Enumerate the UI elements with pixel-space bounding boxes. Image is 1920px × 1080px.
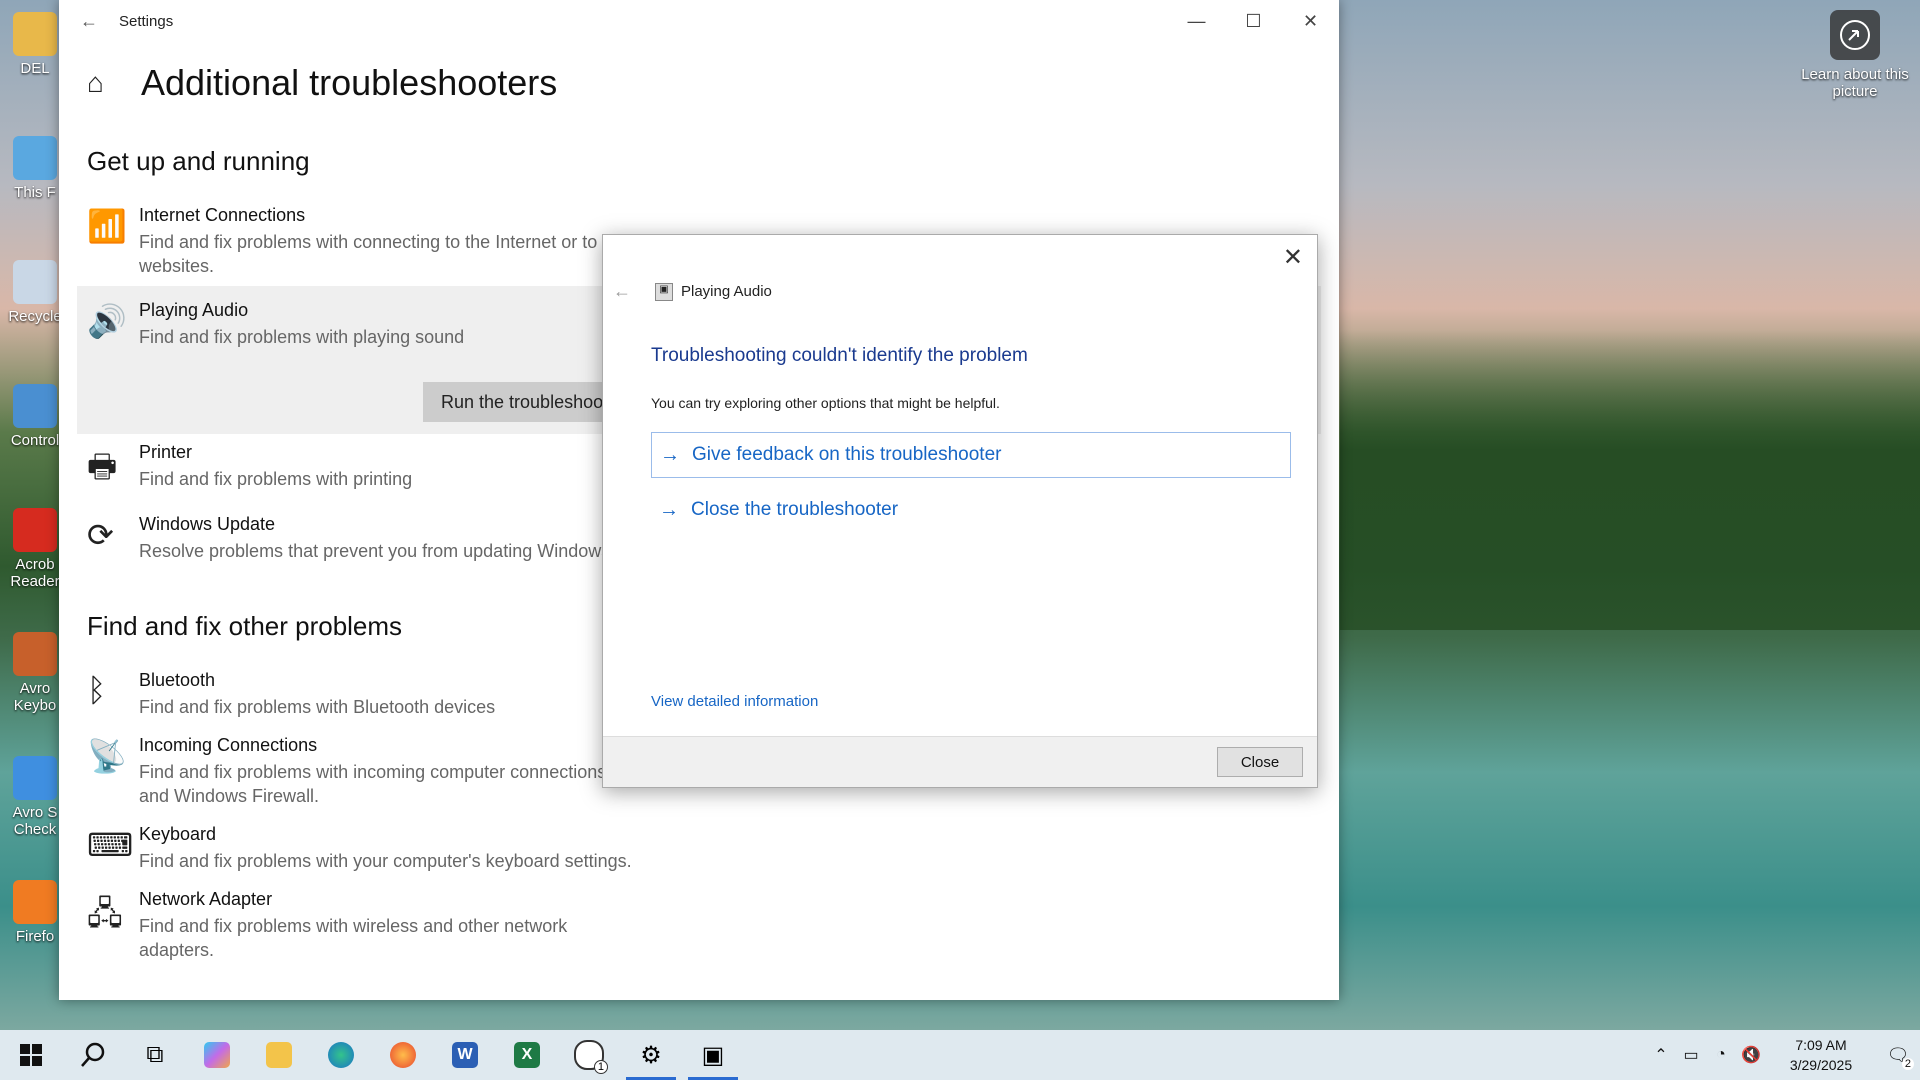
- clock[interactable]: 7:09 AM 3/29/2025: [1776, 1035, 1866, 1075]
- desktop-app-icon: [13, 632, 57, 676]
- speaker-muted-icon[interactable]: 🔇: [1736, 1045, 1766, 1065]
- edge-icon[interactable]: [310, 1030, 372, 1080]
- whatsapp-icon[interactable]: 1: [558, 1030, 620, 1080]
- start-icon[interactable]: [0, 1030, 62, 1080]
- troubleshooter-description: Find and fix problems with playing sound: [139, 327, 465, 347]
- task-view-icon[interactable]: ⧉: [124, 1030, 186, 1080]
- troubleshooter-name: Keyboard: [139, 824, 217, 844]
- copilot-icon[interactable]: [186, 1030, 248, 1080]
- search-icon[interactable]: [62, 1030, 124, 1080]
- printer-icon: 🖶: [87, 448, 118, 484]
- troubleshooter-description: Find and fix problems with Bluetooth dev…: [139, 697, 496, 717]
- desktop-app-icon: [13, 508, 57, 552]
- troubleshooter-name: Internet Connections: [139, 205, 306, 225]
- date: 3/29/2025: [1789, 1057, 1853, 1073]
- troubleshooter-name: Bluetooth: [139, 670, 216, 690]
- close-button[interactable]: Close: [1217, 747, 1303, 777]
- minimize-icon[interactable]: —: [1168, 11, 1225, 32]
- notification-count: 2: [1901, 1057, 1914, 1070]
- troubleshooter-name: Windows Update: [139, 514, 276, 534]
- view-details-link[interactable]: View detailed information: [651, 693, 818, 710]
- home-icon[interactable]: ⌂: [87, 67, 127, 99]
- whatsapp-badge: 1: [593, 1060, 608, 1074]
- troubleshooter-name: Printer: [139, 442, 193, 462]
- wifi-tray-icon[interactable]: ◔: [1706, 1046, 1736, 1064]
- time: 7:09 AM: [1795, 1037, 1847, 1053]
- troubleshooter-name: Incoming Connections: [139, 735, 318, 755]
- maximize-icon[interactable]: ☐: [1225, 11, 1282, 32]
- system-tray: ⌃ ▭ ◔ 🔇 7:09 AM 3/29/2025 🗨 2: [1646, 1035, 1920, 1075]
- dialog-header: ← ▣ Playing Audio: [613, 281, 772, 302]
- give-feedback-option[interactable]: → Give feedback on this troubleshooter: [651, 432, 1291, 478]
- dialog-close-icon[interactable]: ✕: [1283, 243, 1303, 272]
- battery-icon[interactable]: ▭: [1676, 1045, 1706, 1065]
- bluetooth-icon: ᛒ: [87, 672, 107, 708]
- firefox-icon[interactable]: [372, 1030, 434, 1080]
- troubleshooter-dialog: ✕ ← ▣ Playing Audio Troubleshooting coul…: [602, 234, 1318, 788]
- troubleshooter-description: Find and fix problems with incoming comp…: [139, 762, 607, 806]
- dialog-heading: Troubleshooting couldn't identify the pr…: [651, 345, 1028, 366]
- troubleshooter-item[interactable]: ⌨ Keyboard Find and fix problems with your…: [59, 816, 1339, 881]
- camera-icon: [1830, 10, 1880, 60]
- dialog-title: Playing Audio: [681, 283, 772, 300]
- file-explorer-icon[interactable]: [248, 1030, 310, 1080]
- dialog-subtext: You can try exploring other options that…: [651, 395, 1000, 411]
- arrow-right-icon: →: [659, 498, 679, 521]
- desktop-app-icon: [13, 136, 57, 180]
- wallpaper-forest: [1340, 330, 1920, 630]
- chevron-up-icon[interactable]: ⌃: [1646, 1045, 1676, 1065]
- troubleshooter-description: Resolve problems that prevent you from u…: [139, 541, 616, 561]
- update-icon: ⟳: [87, 517, 114, 553]
- section-title-get-up: Get up and running: [87, 146, 310, 176]
- close-troubleshooter-option[interactable]: → Close the troubleshooter: [651, 487, 1291, 533]
- word-icon[interactable]: W: [434, 1030, 496, 1080]
- notifications-icon[interactable]: 🗨 2: [1876, 1045, 1920, 1070]
- settings-taskbar-icon[interactable]: ⚙: [620, 1030, 682, 1080]
- troubleshooter-taskbar-icon[interactable]: ▣: [682, 1030, 744, 1080]
- page-title: Additional troubleshooters: [141, 62, 558, 103]
- arrow-right-icon: →: [660, 443, 680, 466]
- desktop-app-icon: [13, 880, 57, 924]
- learn-label: Learn about this picture: [1801, 66, 1909, 100]
- network-icon: 🖧: [87, 895, 123, 931]
- close-icon[interactable]: ✕: [1282, 11, 1339, 32]
- troubleshooter-description: Find and fix problems with your computer…: [139, 851, 632, 871]
- close-troubleshooter-label: Close the troubleshooter: [691, 499, 899, 520]
- troubleshooter-name: Network Adapter: [139, 889, 273, 909]
- excel-icon[interactable]: X: [496, 1030, 558, 1080]
- antenna-icon: 📡: [87, 738, 127, 774]
- window-title: Settings: [119, 12, 174, 30]
- troubleshooter-name: Playing Audio: [139, 300, 249, 320]
- page-header: ⌂ Additional troubleshooters: [59, 42, 1339, 124]
- desktop-app-icon: [13, 756, 57, 800]
- give-feedback-label: Give feedback on this troubleshooter: [692, 444, 1002, 465]
- keyboard-icon: ⌨: [87, 827, 134, 863]
- troubleshooter-app-icon: ▣: [655, 282, 673, 301]
- taskbar: ⧉ W X 1 ⚙ ▣ ⌃ ▭ ◔ 🔇 7:09 AM 3/29/2025 🗨 2: [0, 1030, 1920, 1080]
- desktop-app-icon: [13, 384, 57, 428]
- speaker-icon: 🔊: [87, 303, 127, 339]
- troubleshooter-description: Find and fix problems with connecting to…: [139, 232, 598, 276]
- troubleshooter-description: Find and fix problems with wireless and …: [139, 916, 568, 960]
- learn-about-picture[interactable]: Learn about this picture: [1800, 10, 1910, 100]
- desktop-app-icon: [13, 12, 57, 56]
- dialog-back-icon[interactable]: ←: [613, 281, 631, 302]
- back-arrow-icon[interactable]: ←: [59, 11, 119, 32]
- troubleshooter-item[interactable]: 🖧 Network Adapter Find and fix problems wi…: [59, 881, 1339, 970]
- title-bar: ← Settings — ☐ ✕: [59, 0, 1339, 42]
- desktop-app-icon: [13, 260, 57, 304]
- dialog-footer: Close: [603, 736, 1317, 787]
- window-controls: — ☐ ✕: [1168, 11, 1339, 32]
- troubleshooter-description: Find and fix problems with printing: [139, 469, 413, 489]
- wifi-icon: 📶: [87, 208, 127, 244]
